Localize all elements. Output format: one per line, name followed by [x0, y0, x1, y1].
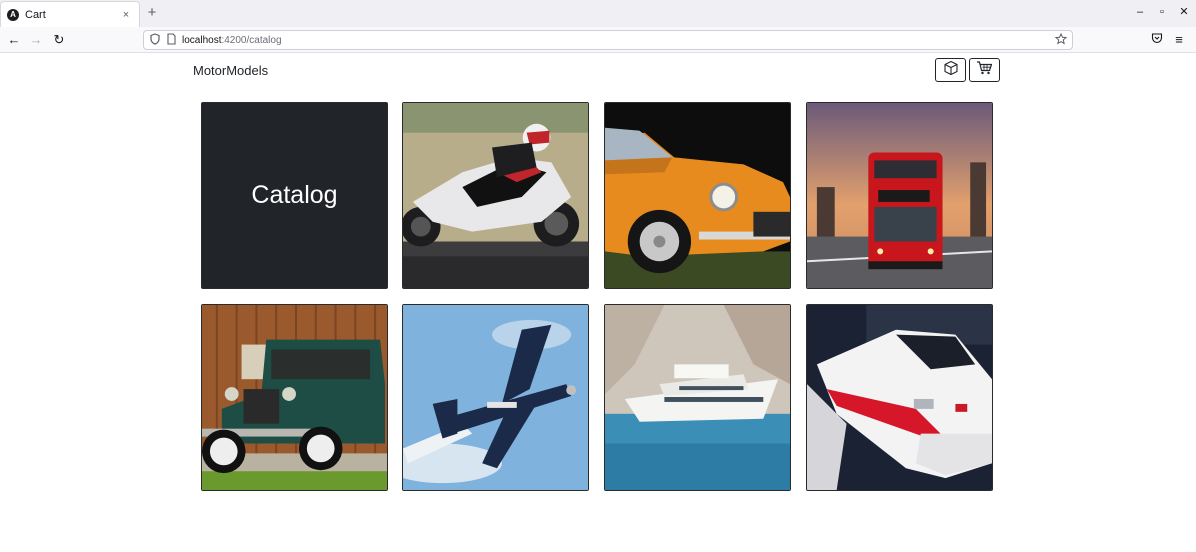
motorcycle-tile[interactable]	[402, 102, 589, 289]
maximize-window-button[interactable]: ▫	[1155, 5, 1169, 19]
forward-button[interactable]: →	[28, 32, 44, 48]
catalog-title: Catalog	[251, 181, 338, 209]
yacht-tile[interactable]	[604, 304, 791, 491]
catalog-grid: Catalog	[201, 102, 993, 491]
products-button[interactable]	[935, 58, 966, 82]
angular-favicon-icon: A	[7, 8, 19, 21]
box-icon	[943, 60, 959, 81]
back-button[interactable]: ←	[6, 32, 22, 48]
brand-title[interactable]: MotorModels	[193, 63, 268, 78]
airplane-tile[interactable]	[402, 304, 589, 491]
catalog-tile[interactable]: Catalog	[201, 102, 388, 289]
train-image	[807, 305, 992, 490]
page-icon[interactable]	[164, 33, 178, 47]
vintage-car-tile[interactable]	[201, 304, 388, 491]
yacht-image	[605, 305, 790, 490]
tab-title: Cart	[25, 8, 46, 21]
reload-button[interactable]: ↻	[51, 32, 67, 48]
train-tile[interactable]	[806, 304, 993, 491]
vintage-car-image	[202, 305, 387, 490]
sports-car-tile[interactable]	[604, 102, 791, 289]
new-tab-button[interactable]: +	[144, 5, 160, 21]
url-host: localhost	[182, 34, 222, 46]
cart-button[interactable]	[969, 58, 1000, 82]
url-text: localhost:4200/catalog	[182, 35, 282, 46]
motorcycle-image	[403, 103, 588, 288]
airplane-image	[403, 305, 588, 490]
pocket-icon[interactable]	[1149, 32, 1165, 48]
double-decker-bus-tile[interactable]	[806, 102, 993, 289]
menu-icon[interactable]: ≡	[1171, 32, 1187, 48]
url-path: :4200/catalog	[221, 34, 282, 46]
shield-icon[interactable]	[148, 33, 162, 47]
address-bar[interactable]: localhost:4200/catalog	[143, 30, 1073, 50]
browser-nav-bar: ← → ↻ localhost:4200/catalog ≡	[0, 27, 1196, 53]
bookmark-star-icon[interactable]	[1054, 32, 1068, 47]
tab-close-icon[interactable]: ×	[119, 8, 133, 22]
browser-tab[interactable]: A Cart ×	[0, 1, 140, 27]
close-window-button[interactable]: ✕	[1177, 5, 1191, 19]
sports-car-image	[605, 103, 790, 288]
double-decker-bus-image	[807, 103, 992, 288]
browser-tab-bar: A Cart × + – ▫ ✕	[0, 0, 1196, 27]
minimize-window-button[interactable]: –	[1133, 5, 1147, 19]
cart-icon	[976, 60, 993, 81]
